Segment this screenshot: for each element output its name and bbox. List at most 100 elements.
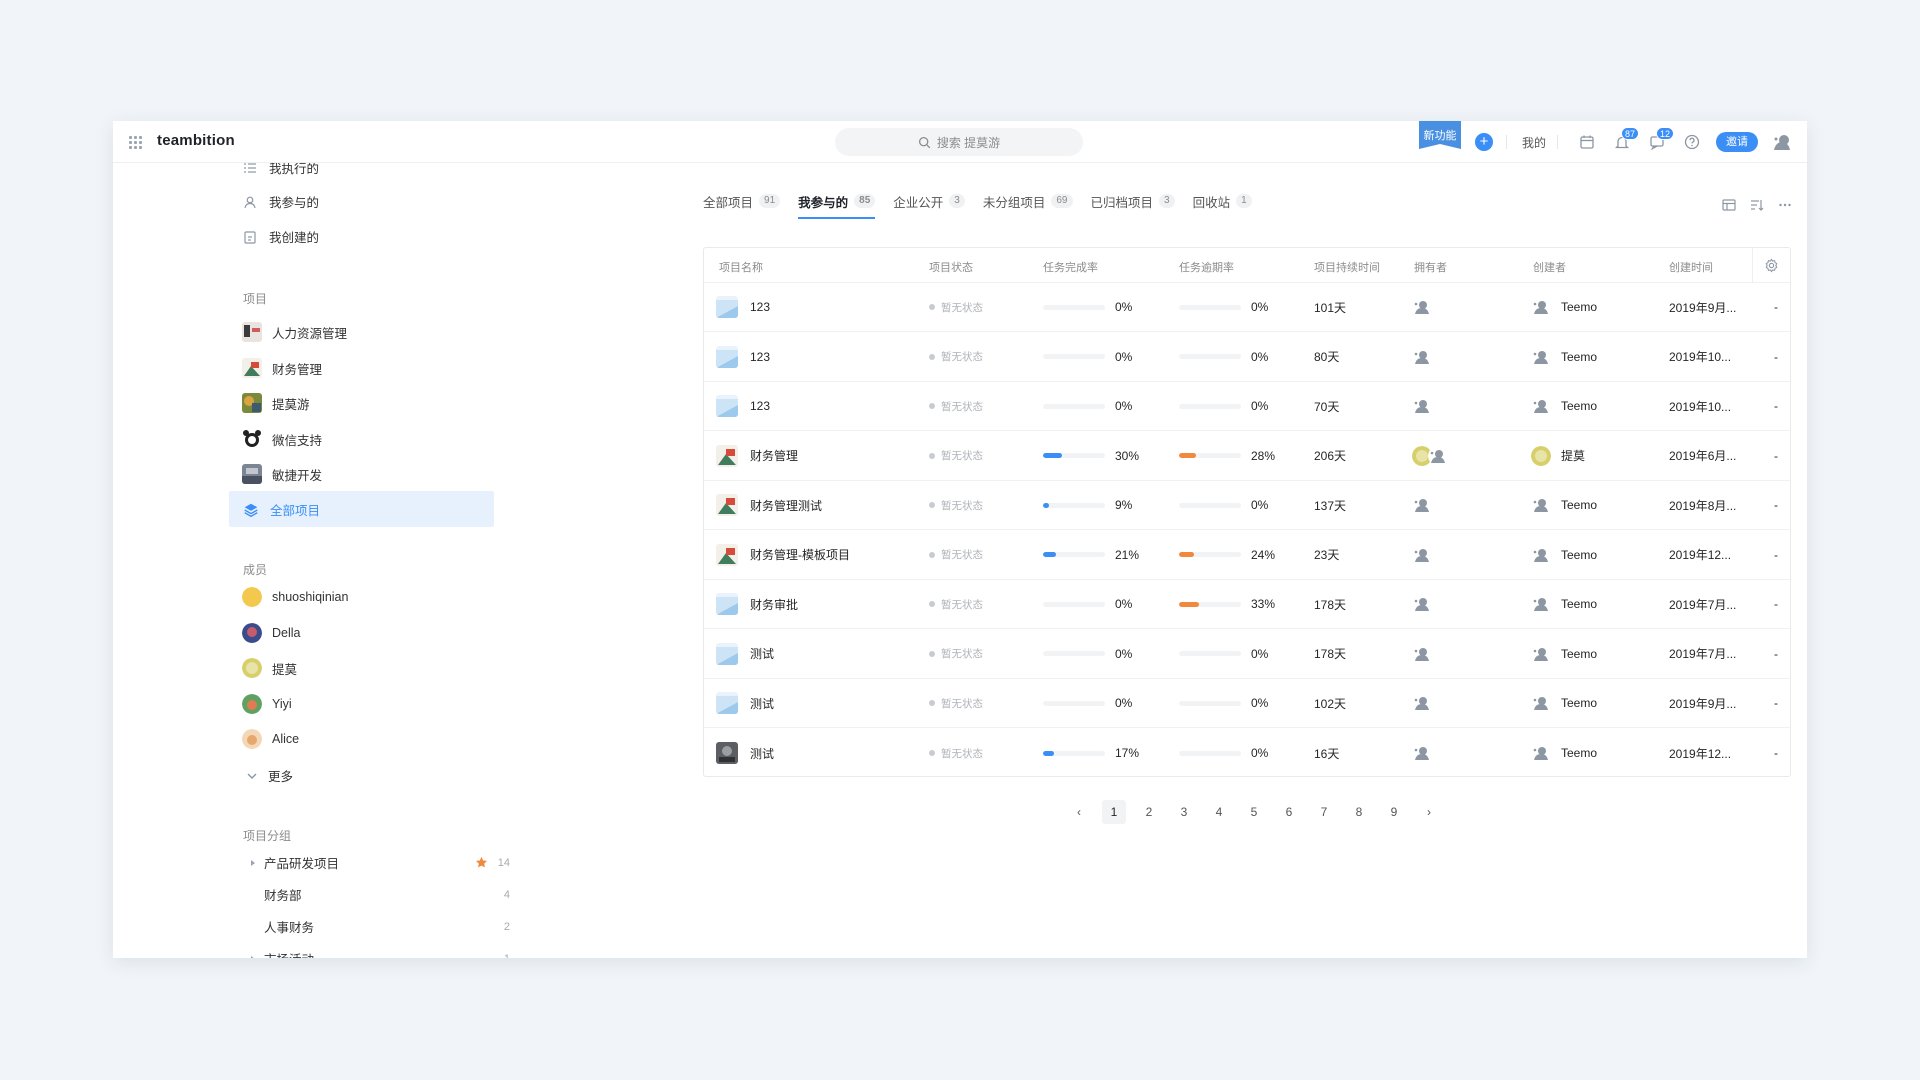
column-header[interactable]: 项目状态: [929, 259, 973, 275]
owner-avatar[interactable]: [1412, 743, 1432, 763]
row-action[interactable]: -: [1774, 746, 1778, 760]
project-status[interactable]: 暂无状态: [941, 597, 983, 612]
creator-avatar[interactable]: [1531, 693, 1551, 713]
table-row[interactable]: 财务管理 暂无状态 30% 28% 206天 提莫 2019年6月... -: [704, 432, 1790, 481]
sidebar-member[interactable]: Yiyi: [242, 694, 292, 714]
star-icon[interactable]: [475, 856, 488, 869]
owner-avatar[interactable]: [1412, 396, 1432, 416]
project-status[interactable]: 暂无状态: [941, 646, 983, 661]
column-header[interactable]: 创建时间: [1669, 259, 1713, 275]
owner-avatar[interactable]: [1412, 297, 1432, 317]
table-row[interactable]: 测试 暂无状态 0% 0% 178天 Teemo 2019年7月... -: [704, 630, 1790, 679]
sort-icon[interactable]: [1749, 197, 1765, 213]
page-button[interactable]: 3: [1172, 800, 1196, 824]
project-name[interactable]: 财务管理-模板项目: [750, 546, 850, 563]
sidebar-group[interactable]: 产品研发项目 14: [248, 853, 510, 872]
tab-all-projects[interactable]: 全部项目 91: [703, 187, 781, 215]
prev-page-chevron-left-icon[interactable]: ‹: [1067, 800, 1091, 824]
column-header[interactable]: 任务逾期率: [1179, 259, 1234, 275]
sidebar-member[interactable]: shuoshiqinian: [242, 587, 348, 607]
page-button[interactable]: 4: [1207, 800, 1231, 824]
row-action[interactable]: -: [1774, 696, 1778, 710]
add-button[interactable]: +: [1475, 133, 1493, 151]
column-header[interactable]: 拥有者: [1414, 259, 1447, 275]
table-row[interactable]: 测试 暂无状态 17% 0% 16天 Teemo 2019年12... -: [704, 729, 1790, 778]
table-row[interactable]: 123 暂无状态 0% 0% 101天 Teemo 2019年9月... -: [704, 283, 1790, 332]
table-row[interactable]: 测试 暂无状态 0% 0% 102天 Teemo 2019年9月... -: [704, 679, 1790, 728]
creator-avatar[interactable]: [1531, 346, 1551, 367]
project-name[interactable]: 财务管理: [750, 447, 798, 464]
creator-avatar[interactable]: [1531, 594, 1551, 614]
notification-bell-icon[interactable]: 87: [1613, 127, 1640, 151]
row-action[interactable]: -: [1774, 399, 1778, 413]
row-action[interactable]: -: [1774, 498, 1778, 512]
project-status[interactable]: 暂无状态: [941, 498, 983, 513]
sidebar-member[interactable]: Alice: [242, 729, 299, 749]
project-status[interactable]: 暂无状态: [941, 547, 983, 562]
project-status[interactable]: 暂无状态: [941, 448, 983, 463]
column-header[interactable]: 项目持续时间: [1314, 259, 1380, 275]
page-button[interactable]: 5: [1242, 800, 1266, 824]
table-row[interactable]: 财务管理测试 暂无状态 9% 0% 137天 Teemo 2019年8月... -: [704, 481, 1790, 530]
sidebar-item-participated[interactable]: 我参与的: [243, 192, 319, 211]
creator-avatar[interactable]: [1531, 445, 1551, 466]
tab-participated[interactable]: 我参与的 85: [798, 187, 876, 219]
owner-avatar[interactable]: [1412, 643, 1432, 664]
sidebar-item-executed[interactable]: 我执行的: [243, 163, 319, 177]
page-button[interactable]: 9: [1382, 800, 1406, 824]
sidebar-project-all[interactable]: 全部项目: [242, 500, 320, 519]
table-row[interactable]: 财务管理-模板项目 暂无状态 21% 24% 23天 Teemo 2019年12... -: [704, 531, 1790, 580]
row-action[interactable]: -: [1774, 647, 1778, 661]
sidebar-item-created[interactable]: 我创建的: [243, 227, 319, 246]
row-action[interactable]: -: [1774, 350, 1778, 364]
sidebar-project-hr[interactable]: 人力资源管理: [242, 322, 347, 342]
sidebar-group[interactable]: 市场活动 1: [248, 949, 510, 958]
column-header[interactable]: 创建者: [1533, 259, 1566, 275]
message-icon[interactable]: 12: [1648, 127, 1675, 151]
owner-avatar[interactable]: [1412, 495, 1432, 515]
new-feature-badge[interactable]: 新功能: [1419, 121, 1461, 149]
apps-grid-icon[interactable]: [129, 136, 142, 149]
tab-recycle-bin[interactable]: 回收站 1: [1193, 187, 1252, 215]
sidebar-group[interactable]: 人事财务 2: [264, 917, 510, 936]
sidebar-group[interactable]: 财务部 4: [264, 885, 510, 904]
project-status[interactable]: 暂无状态: [941, 696, 983, 711]
project-status[interactable]: 暂无状态: [941, 399, 983, 414]
project-name[interactable]: 测试: [750, 695, 774, 712]
page-button[interactable]: 8: [1347, 800, 1371, 824]
app-logo[interactable]: teambition: [157, 132, 235, 149]
table-row[interactable]: 财务审批 暂无状态 0% 33% 178天 Teemo 2019年7月... -: [704, 580, 1790, 629]
user-avatar[interactable]: [1770, 130, 1794, 154]
table-row[interactable]: 123 暂无状态 0% 0% 70天 Teemo 2019年10... -: [704, 382, 1790, 431]
tab-public[interactable]: 企业公开 3: [893, 187, 965, 215]
sidebar-project-agile[interactable]: 敏捷开发: [242, 464, 322, 484]
owner-avatar[interactable]: [1412, 594, 1432, 614]
owner-avatar[interactable]: [1412, 693, 1432, 713]
project-name[interactable]: 测试: [750, 645, 774, 662]
project-name[interactable]: 测试: [750, 745, 774, 762]
project-status[interactable]: 暂无状态: [941, 300, 983, 315]
sidebar-project-timoyou[interactable]: 提莫游: [242, 393, 310, 413]
creator-avatar[interactable]: [1531, 495, 1551, 515]
column-header[interactable]: 任务完成率: [1043, 259, 1098, 275]
owner-avatar[interactable]: [1428, 445, 1448, 466]
row-action[interactable]: -: [1774, 597, 1778, 611]
table-row[interactable]: 123 暂无状态 0% 0% 80天 Teemo 2019年10... -: [704, 333, 1790, 382]
project-name[interactable]: 财务管理测试: [750, 497, 822, 514]
page-button[interactable]: 1: [1102, 800, 1126, 824]
row-action[interactable]: -: [1774, 449, 1778, 463]
project-name[interactable]: 123: [750, 399, 770, 413]
creator-avatar[interactable]: [1531, 643, 1551, 664]
owner-avatar[interactable]: [1412, 346, 1432, 367]
row-action[interactable]: -: [1774, 548, 1778, 562]
calendar-icon[interactable]: [1578, 133, 1596, 151]
creator-avatar[interactable]: [1531, 743, 1551, 763]
sidebar-more[interactable]: 更多: [246, 766, 293, 785]
project-status[interactable]: 暂无状态: [941, 746, 983, 761]
sidebar-project-finance[interactable]: 财务管理: [242, 358, 322, 378]
next-page-chevron-right-icon[interactable]: ›: [1417, 800, 1441, 824]
project-name[interactable]: 123: [750, 350, 770, 364]
table-settings-gear-icon[interactable]: [1752, 248, 1790, 283]
page-button[interactable]: 7: [1312, 800, 1336, 824]
creator-avatar[interactable]: [1531, 396, 1551, 416]
